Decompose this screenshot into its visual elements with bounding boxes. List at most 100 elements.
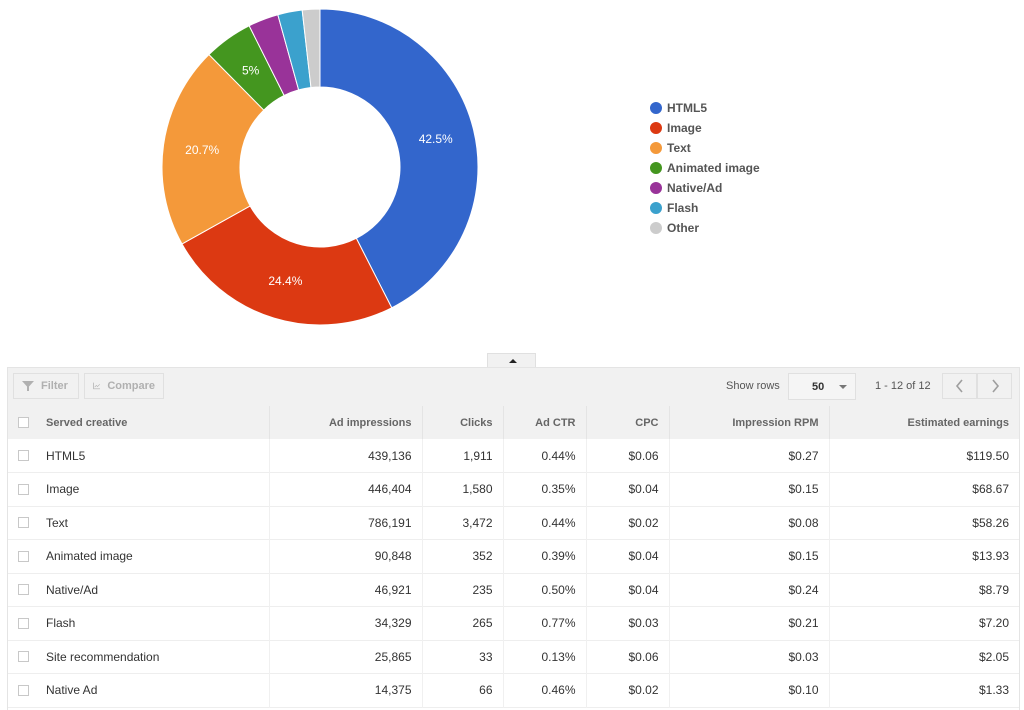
cell-served-creative: Animated image [46,549,133,564]
report-table-panel: Filter Compare Show rows 50 1 - 12 of 12… [7,367,1020,710]
table-row[interactable]: Native/Ad 46,921 235 0.50% $0.04 $0.24 $8.79 [8,573,1019,607]
cell-estimated-earnings: $119.50 [828,439,1019,473]
table-row[interactable]: Image 446,404 1,580 0.35% $0.04 $0.15 $68.67 [8,472,1019,506]
legend-item[interactable]: Native/Ad [650,178,760,198]
legend-label: Flash [667,201,699,215]
cell-cpc: $0.04 [585,472,669,506]
column-header-served-creative[interactable]: Served creative [44,406,269,439]
compare-button-label: Compare [107,380,155,392]
table-row[interactable]: HTML5 439,136 1,911 0.44% $0.06 $0.27 $119.50 [8,439,1019,473]
pie-slice-label: 42.5% [419,132,453,146]
cell-impression-rpm: $0.24 [668,573,829,607]
cell-ad-impressions: 25,865 [268,640,422,674]
next-page-button[interactable] [977,373,1012,399]
cell-ad-ctr: 0.13% [502,640,586,674]
cell-cpc: $0.04 [585,573,669,607]
table-row[interactable]: Native Ad 14,375 66 0.46% $0.02 $0.10 $1.33 [8,673,1019,708]
cell-clicks: 3,472 [421,506,503,540]
chevron-left-icon [955,379,963,393]
column-header-impression-rpm[interactable]: Impression RPM [668,406,829,439]
cell-clicks: 235 [421,573,503,607]
cell-cpc: $0.06 [585,640,669,674]
cell-impression-rpm: $0.15 [668,472,829,506]
legend-item[interactable]: Image [650,118,760,138]
cell-impression-rpm: $0.03 [668,640,829,674]
table-row[interactable]: Animated image 90,848 352 0.39% $0.04 $0.15 $1… [8,539,1019,573]
cell-served-creative: Native Ad [46,683,98,698]
row-select-cell [8,674,44,708]
column-header-ad-impressions[interactable]: Ad impressions [268,406,422,439]
cell-cpc: $0.03 [585,606,669,640]
cell-clicks: 66 [421,673,503,707]
previous-page-button[interactable] [942,373,977,399]
table-body: HTML5 439,136 1,911 0.44% $0.06 $0.27 $119.50 I… [8,439,1019,707]
row-checkbox[interactable] [18,617,29,629]
cell-estimated-earnings: $1.33 [828,673,1019,707]
row-select-cell [8,573,44,607]
cell-estimated-earnings: $7.20 [828,606,1019,640]
cell-ad-impressions: 14,375 [268,673,422,707]
cell-impression-rpm: $0.08 [668,506,829,540]
select-all-checkbox[interactable] [18,417,29,428]
rows-per-page-select[interactable]: 50 [788,373,856,400]
report-table: Served creative Ad impressions Clicks Ad… [8,406,1019,708]
donut-chart: 42.5% 24.4% 20.7% 5% [161,8,479,326]
row-checkbox[interactable] [18,550,29,562]
chart-legend: HTML5 Image Text Animated image Native/Ad Fla… [650,98,760,238]
legend-color-dot-icon [650,142,662,154]
cell-ad-impressions: 46,921 [268,573,422,607]
cell-ad-ctr: 0.46% [502,673,586,707]
cell-cpc: $0.02 [585,506,669,540]
cell-estimated-earnings: $13.93 [828,539,1019,573]
row-select-cell [8,607,44,641]
filter-button[interactable]: Filter [13,373,79,399]
legend-color-dot-icon [650,182,662,194]
cell-clicks: 265 [421,606,503,640]
row-checkbox[interactable] [18,651,29,663]
column-header-clicks[interactable]: Clicks [421,406,503,439]
legend-label: HTML5 [667,101,707,115]
legend-label: Image [667,121,702,135]
chevron-right-icon [991,379,999,393]
cell-impression-rpm: $0.21 [668,606,829,640]
cell-impression-rpm: $0.15 [668,539,829,573]
cell-cpc: $0.02 [585,673,669,707]
pie-slice-label: 24.4% [268,274,302,288]
caret-up-icon [509,359,517,363]
row-checkbox[interactable] [18,517,29,529]
legend-color-dot-icon [650,222,662,234]
cell-estimated-earnings: $8.79 [828,573,1019,607]
legend-item[interactable]: Animated image [650,158,760,178]
row-checkbox[interactable] [18,450,29,461]
column-header-cpc[interactable]: CPC [585,406,669,439]
column-header-ad-ctr[interactable]: Ad CTR [502,406,586,439]
cell-served-creative: Image [46,482,80,497]
cell-ad-ctr: 0.44% [502,439,586,473]
collapse-chart-toggle[interactable] [487,353,536,368]
legend-color-dot-icon [650,102,662,114]
table-row[interactable]: Site recommendation 25,865 33 0.13% $0.06 $0.… [8,640,1019,674]
legend-color-dot-icon [650,202,662,214]
legend-color-dot-icon [650,162,662,174]
cell-clicks: 1,911 [421,439,503,473]
row-checkbox[interactable] [18,584,29,596]
column-header-estimated-earnings[interactable]: Estimated earnings [828,406,1019,439]
legend-item[interactable]: Other [650,218,760,238]
pie-slice-label: 20.7% [185,143,219,157]
row-checkbox[interactable] [18,483,29,495]
cell-ad-ctr: 0.35% [502,472,586,506]
pie-slice-label: 5% [242,63,260,77]
table-row[interactable]: Text 786,191 3,472 0.44% $0.02 $0.08 $58.26 [8,506,1019,540]
rows-per-page-value: 50 [812,381,825,393]
cell-impression-rpm: $0.10 [668,673,829,707]
row-select-cell [8,506,44,540]
row-select-cell [8,640,44,674]
compare-button[interactable]: Compare [84,373,164,399]
legend-item[interactable]: HTML5 [650,98,760,118]
legend-label: Other [667,221,700,235]
table-row[interactable]: Flash 34,329 265 0.77% $0.03 $0.21 $7.20 [8,606,1019,641]
legend-item[interactable]: Flash [650,198,760,218]
legend-item[interactable]: Text [650,138,760,158]
cell-ad-impressions: 439,136 [268,439,422,473]
row-checkbox[interactable] [18,684,29,696]
